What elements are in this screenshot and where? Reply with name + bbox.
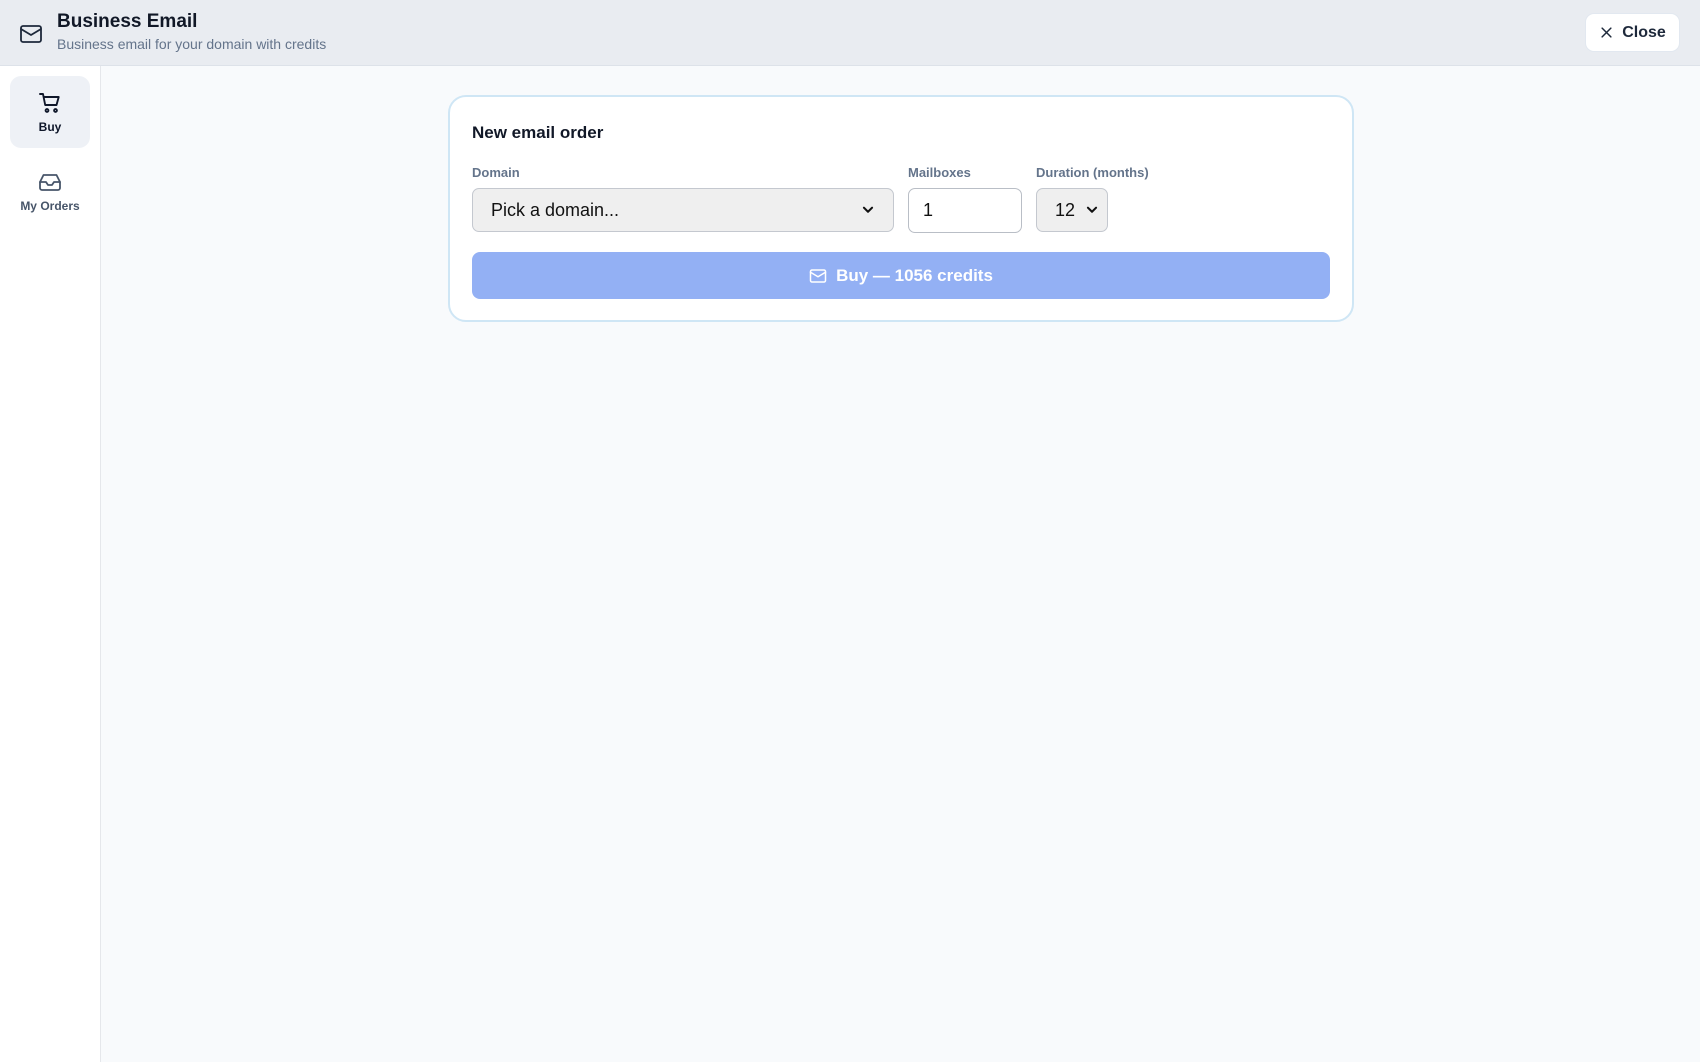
sidebar: Buy My Orders	[0, 66, 101, 1062]
mail-icon	[809, 268, 827, 283]
duration-select-value: 12	[1055, 199, 1076, 220]
mailboxes-input-value: 1	[923, 200, 934, 220]
page-title: Business Email	[57, 11, 198, 32]
mail-icon	[19, 22, 43, 46]
sidebar-item-label: Buy	[38, 119, 62, 134]
inbox-icon	[39, 173, 61, 191]
close-button-label: Close	[1622, 23, 1666, 41]
card-title: New email order	[472, 123, 604, 142]
cart-icon	[39, 92, 60, 113]
close-icon	[1601, 27, 1612, 38]
sidebar-item-buy[interactable]: Buy	[10, 76, 90, 148]
domain-label: Domain	[472, 165, 520, 180]
domain-select[interactable]: Pick a domain...	[472, 188, 894, 232]
buy-button-label: Buy — 1056 credits	[836, 265, 993, 285]
duration-label: Duration (months)	[1036, 165, 1149, 180]
close-button[interactable]: Close	[1585, 13, 1680, 52]
domain-select-value: Pick a domain...	[491, 199, 620, 220]
chevron-down-icon	[1086, 206, 1098, 213]
app-header: Business Email Business email for your d…	[0, 0, 1700, 66]
chevron-down-icon	[862, 206, 874, 213]
duration-select[interactable]: 12	[1036, 188, 1108, 232]
buy-button[interactable]: Buy — 1056 credits	[472, 252, 1330, 299]
sidebar-item-label: My Orders	[20, 198, 80, 213]
mailboxes-label: Mailboxes	[908, 165, 971, 180]
new-order-card: New email order Domain Mailboxes Duratio…	[448, 95, 1354, 322]
page-subtitle: Business email for your domain with cred…	[57, 36, 327, 52]
sidebar-item-my-orders[interactable]: My Orders	[10, 155, 90, 227]
mailboxes-input[interactable]: 1	[908, 188, 1022, 233]
